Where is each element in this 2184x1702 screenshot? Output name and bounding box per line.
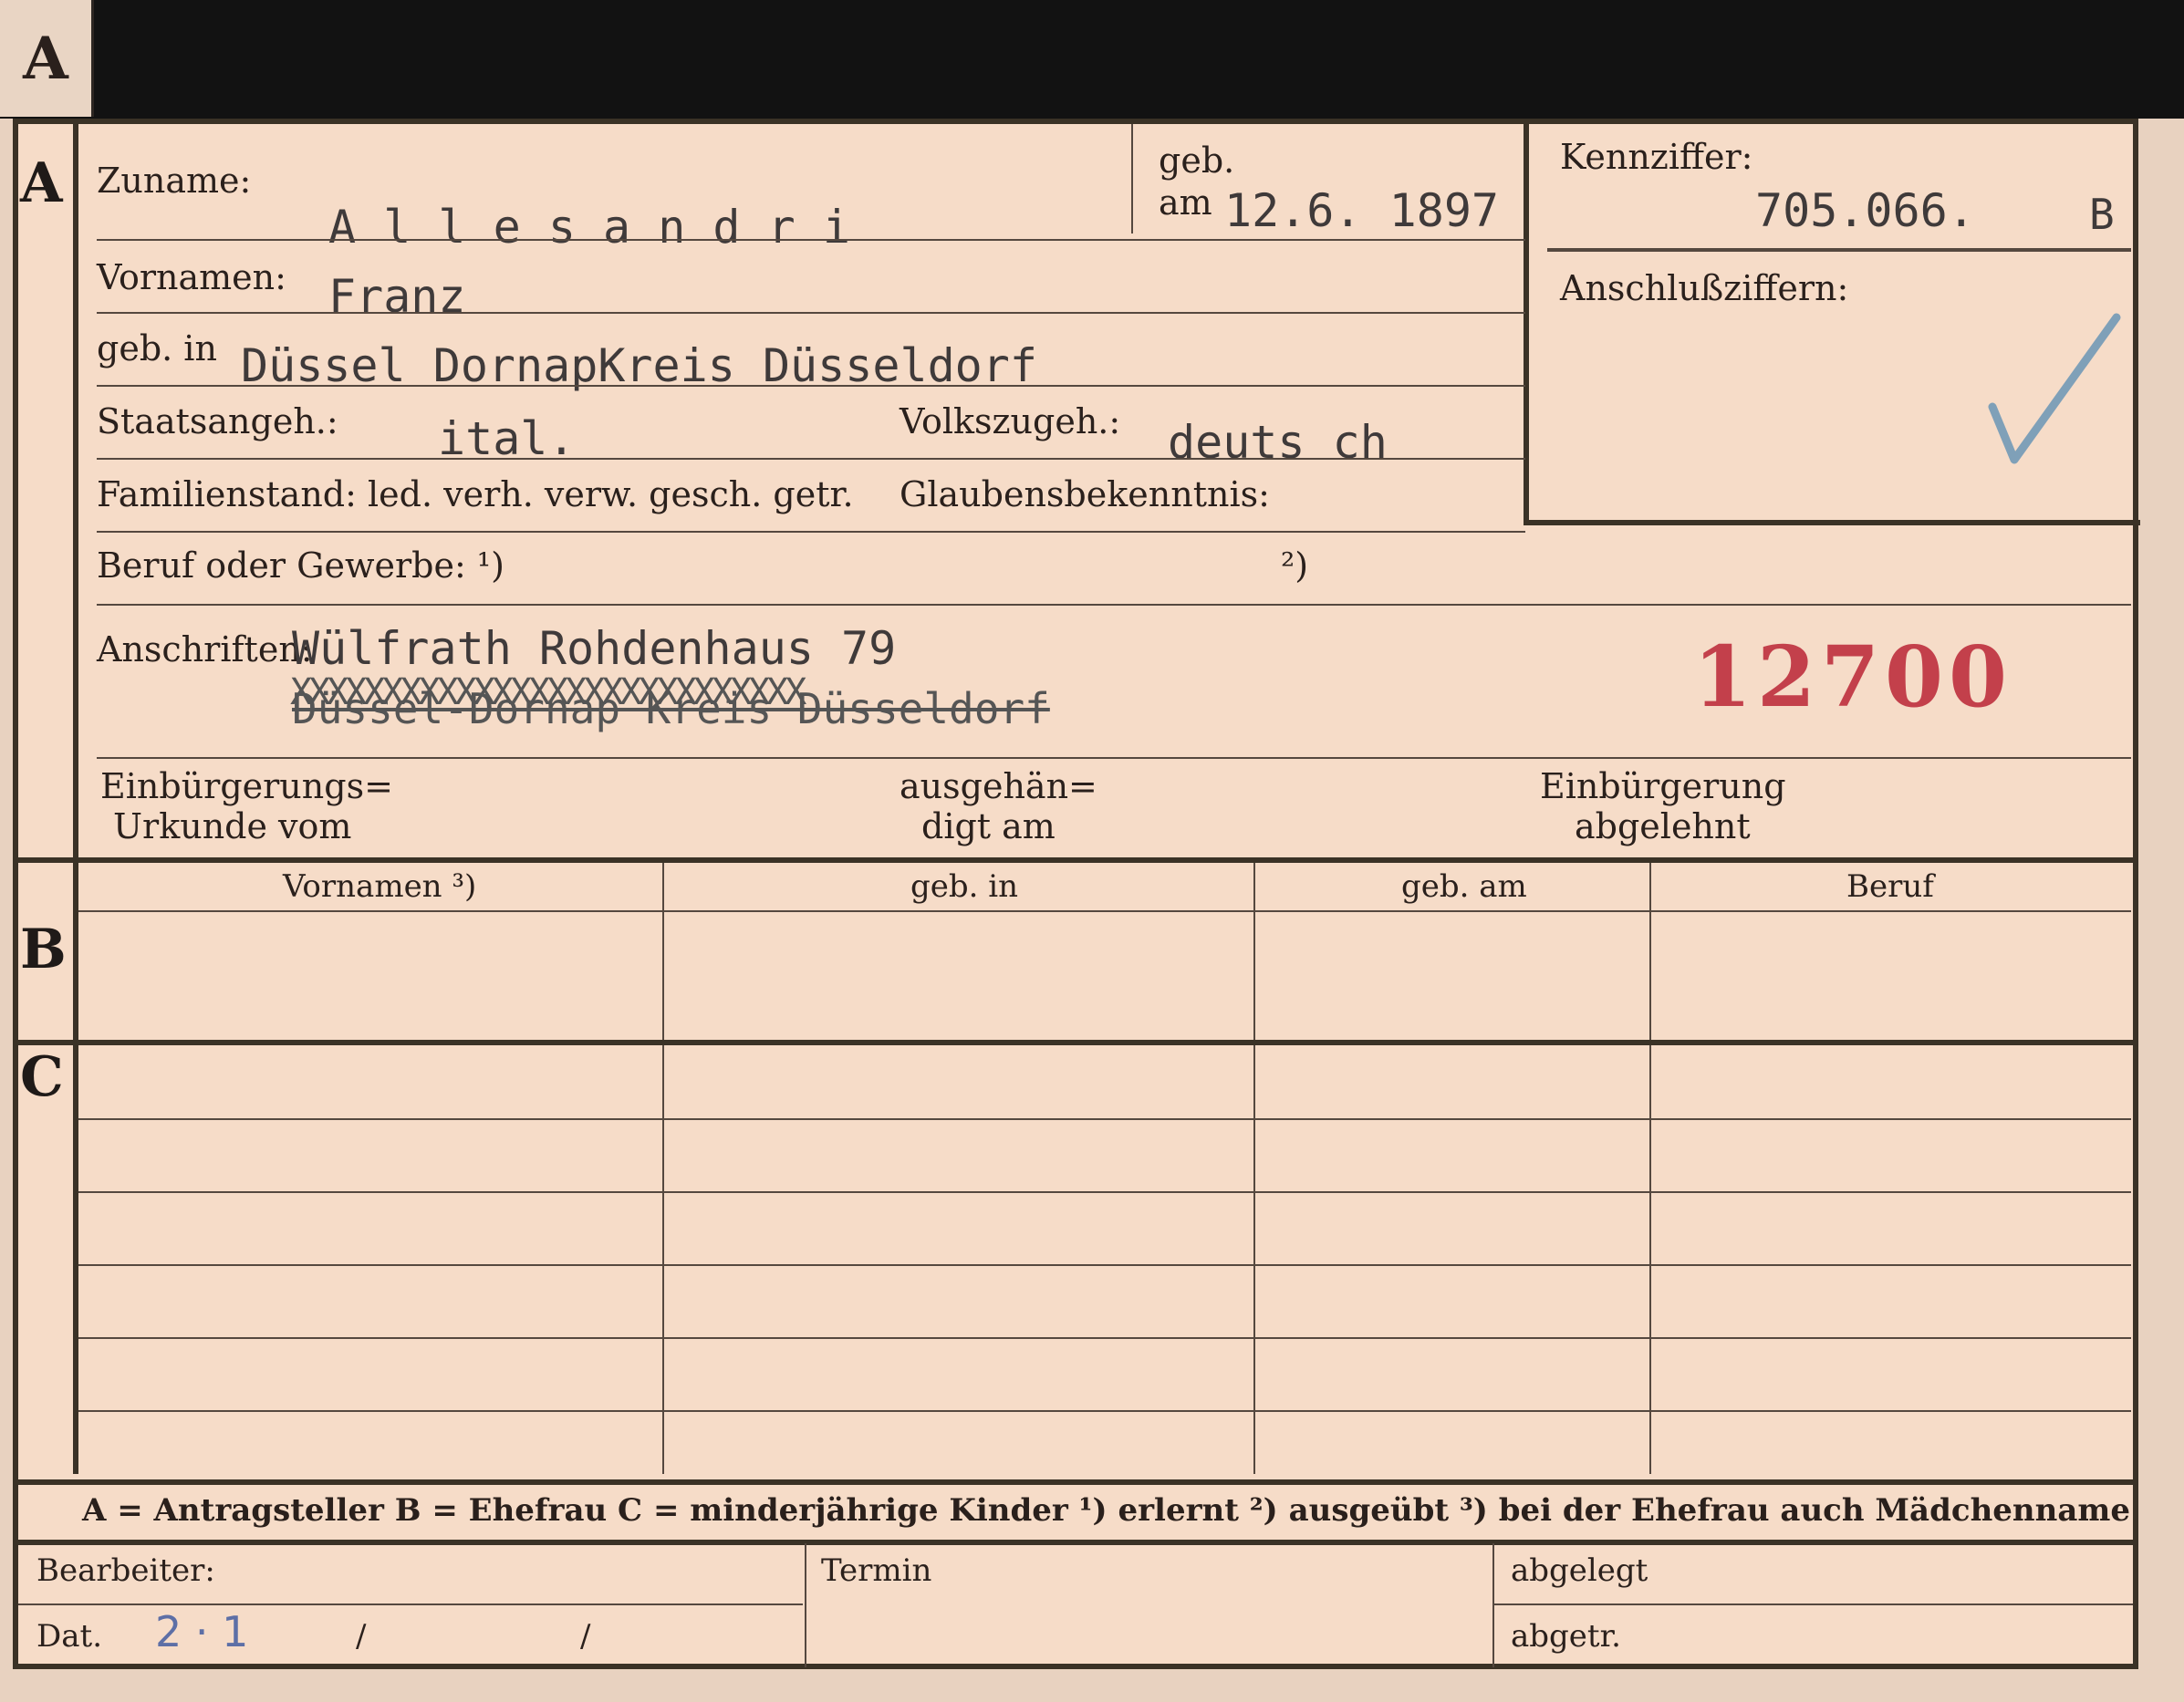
section-b-bottom (18, 1040, 2133, 1045)
volkszugeh-label: Volkszugeh.: (900, 401, 1121, 441)
kennziffer-value: 705.066. (1755, 184, 1975, 237)
dat-slash-2: / (580, 1618, 591, 1655)
familienstand-line (97, 531, 1525, 533)
section-divider (73, 124, 78, 1474)
legend-bottom (18, 1540, 2133, 1545)
abgelegt-label: abgelegt (1511, 1552, 1648, 1589)
staatsangeh-line (97, 458, 1525, 460)
geb-label: geb. (1159, 140, 1235, 181)
abgelegt-line (1492, 1603, 2133, 1605)
anschrift-2-struck: Düssel-Dornap Kreis Düsseldorf (292, 684, 1050, 733)
footer-divider-2 (1492, 1543, 1494, 1667)
child-row-line-3 (78, 1264, 2131, 1266)
legend-text: A = Antragsteller B = Ehefrau C = minder… (82, 1492, 2130, 1529)
beruf-line (97, 604, 2131, 606)
dat-handwritten-value: 2 · 1 (155, 1607, 249, 1656)
index-tab: A (0, 0, 94, 117)
bearbeiter-line (18, 1603, 803, 1605)
child-row-line-4 (78, 1337, 2131, 1339)
table-header-line (78, 910, 2131, 912)
table-col-divider-1 (662, 863, 664, 1474)
zuname-value: A l l e s a n d r i (328, 201, 850, 254)
number-stamp: 12700 (1693, 628, 2013, 726)
staatsangeh-label: Staatsangeh.: (97, 401, 338, 441)
vornamen-value: Franz (328, 270, 466, 323)
einbuergerung-label-1: Einbürgerung (1540, 766, 1786, 806)
anschriften-line (97, 757, 2131, 759)
termin-label: Termin (821, 1552, 932, 1589)
dat-slash-1: / (356, 1618, 367, 1655)
table-col-divider-2 (1253, 863, 1255, 1474)
section-a-label: A (20, 151, 63, 215)
child-row-line-5 (78, 1410, 2131, 1412)
kennziffer-line (1547, 248, 2131, 252)
glaubensbekenntnis-label: Glaubensbekenntnis: (900, 474, 1270, 514)
geb-divider (1131, 124, 1133, 234)
anschriften-label: Anschriften: (97, 629, 313, 669)
dat-label: Dat. (36, 1618, 103, 1655)
checkmark-icon (1988, 313, 2121, 464)
section-c-bottom (18, 1479, 2133, 1485)
table-header-geb-in: geb. in (910, 868, 1019, 905)
bearbeiter-label: Bearbeiter: (36, 1552, 215, 1589)
vornamen-label: Vornamen: (97, 257, 286, 297)
dark-top-strip (0, 0, 2184, 119)
zuname-label: Zuname: (97, 161, 252, 201)
child-row-line-2 (78, 1191, 2131, 1193)
table-header-geb-am: geb. am (1401, 868, 1527, 905)
tab-letter: A (23, 24, 68, 93)
abgetr-label: abgetr. (1511, 1618, 1621, 1655)
vornamen-line (97, 312, 1525, 314)
table-header-vornamen: Vornamen ³) (283, 868, 477, 905)
kennziffer-suffix: B (2089, 190, 2115, 239)
registration-card: A B C Zuname: A l l e s a n d r i geb. a… (13, 119, 2140, 1669)
kennziffer-box-bottom (1524, 520, 2140, 525)
table-header-beruf: Beruf (1846, 868, 1934, 905)
einbuergerungs-label-2: Urkunde vom (113, 806, 352, 846)
beruf-note2: ²) (1281, 545, 1309, 586)
am-label: am (1159, 182, 1212, 223)
einbuergerung-label-2: abgelehnt (1575, 806, 1751, 846)
anschlussziffern-label: Anschlußziffern: (1560, 268, 1849, 308)
geb-am-value: 12.6. 1897 (1224, 184, 1500, 237)
section-a-bottom (18, 857, 2133, 863)
einbuergerungs-label-1: Einbürgerungs= (100, 766, 393, 806)
child-row-line-1 (78, 1118, 2131, 1120)
section-c-label: C (20, 1045, 64, 1109)
kennziffer-box-left (1524, 124, 1529, 525)
table-col-divider-3 (1649, 863, 1651, 1474)
anschrift-1-value: Wülfrath Rohdenhaus 79 (292, 622, 897, 675)
geb-in-line (97, 385, 1525, 387)
familienstand-label: Familienstand: led. verh. verw. gesch. g… (97, 474, 854, 514)
volkszugeh-value: deuts ch (1168, 416, 1388, 469)
zuname-line (97, 239, 1525, 241)
kennziffer-label: Kennziffer: (1560, 137, 1753, 177)
ausgehaen-label-2: digt am (921, 806, 1056, 846)
section-b-label: B (20, 918, 67, 981)
footer-divider-1 (805, 1543, 806, 1667)
beruf-label: Beruf oder Gewerbe: ¹) (97, 545, 504, 586)
ausgehaen-label-1: ausgehän= (900, 766, 1097, 806)
geb-in-label: geb. in (97, 328, 217, 368)
